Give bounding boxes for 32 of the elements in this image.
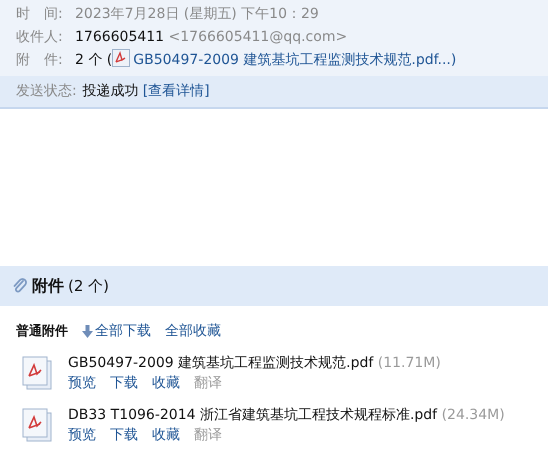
field-label: 附 件: xyxy=(16,51,64,70)
attachment-count: 2 个 ( xyxy=(75,52,112,68)
status-value: 投递成功 xyxy=(82,83,139,99)
file-action-link[interactable]: 预览 xyxy=(68,374,96,392)
file-action-link[interactable]: 预览 xyxy=(68,426,96,444)
download-all-link[interactable]: 全部下载 xyxy=(82,322,151,340)
file-action-link[interactable]: 下载 xyxy=(110,426,138,444)
details-link[interactable]: [查看详情] xyxy=(142,83,210,99)
group-label: 普通附件 xyxy=(16,322,68,340)
recipient-name: 1766605411 xyxy=(75,29,164,45)
panel-title: 附件 xyxy=(32,276,64,296)
file-size: (11.71M) xyxy=(378,355,441,371)
save-all-link[interactable]: 全部收藏 xyxy=(165,322,221,340)
file-action-link[interactable]: 下载 xyxy=(110,374,138,392)
field-label: 时 间: xyxy=(16,5,64,24)
attachment-count: (2 个) xyxy=(68,276,110,296)
recipient-address: <1766605411@qq.com> xyxy=(168,29,348,45)
download-arrow-icon xyxy=(82,324,93,338)
field-label: 发送状态: xyxy=(16,83,77,99)
file-size: (24.34M) xyxy=(442,407,505,423)
field-label: 收件人: xyxy=(16,28,64,47)
pdf-file-icon xyxy=(20,354,54,392)
paren-text: ) xyxy=(450,52,456,68)
time-value: 2023年7月28日 (星期五) 下午10：29 xyxy=(75,6,319,22)
pdf-file-icon xyxy=(20,406,54,444)
file-action-link[interactable]: 收藏 xyxy=(152,374,180,392)
file-name: DB33 T1096-2014 浙江省建筑基坑工程技术规程标准.pdf xyxy=(68,407,438,423)
paperclip-icon xyxy=(12,277,28,295)
file-name: GB50497-2009 建筑基坑工程监测技术规范.pdf xyxy=(68,355,374,371)
pdf-icon xyxy=(112,49,130,67)
attachment-link[interactable]: GB50497-2009 建筑基坑工程监测技术规范.pdf... xyxy=(133,52,451,68)
file-action-link[interactable]: 收藏 xyxy=(152,426,180,444)
